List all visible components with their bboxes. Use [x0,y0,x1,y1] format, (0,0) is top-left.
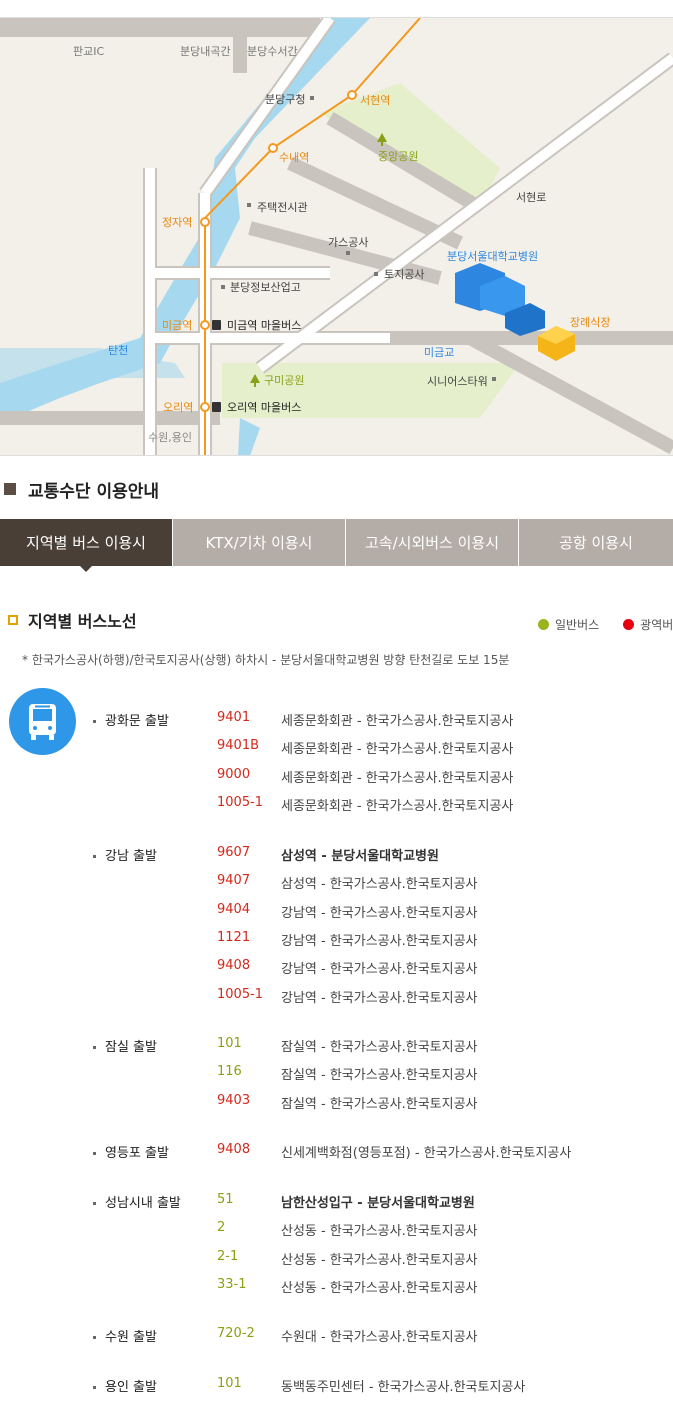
bus-route: 동백동주민센터 - 한국가스공사.한국토지공사 [281,1380,526,1395]
bus-number: 9404 [217,902,251,917]
route-origin: 광화문 출발 [93,710,169,729]
map-label-migeum-bridge: 미금교 [424,346,454,359]
bullet-icon [93,1386,96,1389]
bus-number: 9407 [217,873,251,888]
location-map: 판교IC 분당내곡간 분당수서간 분당구청 서현역 수내역 중앙공원 서현로 주… [0,18,673,456]
route-origin: 강남 출발 [93,845,157,864]
tab-regional-bus[interactable]: 지역별 버스 이용시 [0,519,173,572]
map-label-jeongja-station: 정자역 [162,216,192,229]
bullet-icon [93,1046,96,1049]
bus-number: 51 [217,1192,234,1207]
bus-route: 삼성역 - 한국가스공사.한국토지공사 [281,877,478,892]
bus-number: 101 [217,1036,242,1051]
bus-number: 9401 [217,710,251,725]
bus-route: 산성동 - 한국가스공사.한국토지공사 [281,1253,478,1268]
bus-route: 세종문화회관 - 한국가스공사.한국토지공사 [281,714,514,729]
bullet-icon [93,720,96,723]
bus-route: 강남역 - 한국가스공사.한국토지공사 [281,962,478,977]
map-label-bundang-gucheong: 분당구청 [265,93,305,106]
map-label-bundang-naegokgan: 분당내곡간 [180,45,231,58]
bus-number: 720-2 [217,1326,255,1341]
bus-number: 9401B [217,738,260,753]
map-label-seohyeon-station: 서현역 [360,94,390,107]
regular-bus-dot-icon [538,619,549,630]
map-label-tancheon: 탄천 [108,343,128,357]
subsection-square-icon [8,615,18,625]
bus-number: 9000 [217,767,251,782]
map-label-senior-tower: 시니어스타워 [427,375,488,388]
subsection-title: 지역별 버스노선 [8,608,137,632]
map-label-funeral-hall: 장례식장 [570,316,610,329]
bullet-icon [93,855,96,858]
legend-express: 광역버 [623,616,673,633]
map-label-bundang-info-school: 분당정보산업고 [230,281,301,294]
bus-number: 1005-1 [217,987,264,1002]
bus-route: 신세계백화점(영등포점) - 한국가스공사.한국토지공사 [281,1146,572,1161]
route-origin: 잠실 출발 [93,1036,157,1055]
map-label-jungang-park: 중앙공원 [378,150,418,163]
bus-number: 9408 [217,958,251,973]
map-label-migeum-station: 미금역 [162,319,192,332]
bus-route: 강남역 - 한국가스공사.한국토지공사 [281,906,478,921]
route-origin: 용인 출발 [93,1376,157,1395]
map-label-pangyo-ic: 판교IC [73,45,104,58]
top-bar [0,0,673,18]
route-origin: 영등포 출발 [93,1142,169,1161]
map-label-suwon-yongin: 수원,용인 [148,431,192,444]
bus-route: 삼성역 - 분당서울대학교병원 [281,849,439,864]
map-label-land-corp: 토지공사 [384,268,424,281]
bus-route: 강남역 - 한국가스공사.한국토지공사 [281,991,478,1006]
tab-ktx-train[interactable]: KTX/기차 이용시 [173,519,346,566]
bus-route: 산성동 - 한국가스공사.한국토지공사 [281,1281,478,1296]
bus-route: 산성동 - 한국가스공사.한국토지공사 [281,1224,478,1239]
map-label-ori-bus: 오리역 마을버스 [227,401,301,414]
bus-icon [9,688,76,755]
map-label-migeum-bus: 미금역 마을버스 [227,319,301,332]
bus-route: 세종문화회관 - 한국가스공사.한국토지공사 [281,799,514,814]
bus-number: 9408 [217,1142,251,1157]
bullet-icon [93,1336,96,1339]
bus-route: 잠실역 - 한국가스공사.한국토지공사 [281,1097,478,1112]
bus-number: 1121 [217,930,251,945]
bus-number: 9403 [217,1093,251,1108]
section-title-square-icon [4,483,16,495]
route-origin: 수원 출발 [93,1326,157,1345]
map-label-bundang-suseogan: 분당수서간 [247,45,298,58]
walking-note: * 한국가스공사(하행)/한국토지공사(상행) 하차시 - 분당서울대학교병원 … [22,653,510,667]
route-origin: 성남시내 출발 [93,1192,181,1211]
bus-route: 수원대 - 한국가스공사.한국토지공사 [281,1330,478,1345]
bus-number: 116 [217,1064,242,1079]
map-label-sunae-station: 수내역 [279,151,309,164]
legend-regular: 일반버스 [538,616,599,633]
bus-route: 세종문화회관 - 한국가스공사.한국토지공사 [281,771,514,786]
express-bus-dot-icon [623,619,635,630]
tab-express-bus[interactable]: 고속/시외버스 이용시 [346,519,519,566]
map-label-gumi-park: 구미공원 [264,374,304,387]
bullet-icon [93,1152,96,1155]
map-label-hospital: 분당서울대학교병원 [447,250,538,263]
section-title: 교통수단 이용안내 [0,478,159,502]
bus-number: 33-1 [217,1277,247,1292]
bus-route: 세종문화회관 - 한국가스공사.한국토지공사 [281,742,514,757]
bus-route: 남한산성입구 - 분당서울대학교병원 [281,1196,475,1211]
bus-number: 101 [217,1376,242,1391]
bus-number: 2 [217,1220,226,1235]
bullet-icon [93,1202,96,1205]
bus-route: 강남역 - 한국가스공사.한국토지공사 [281,934,478,949]
bus-number: 2-1 [217,1249,239,1264]
tab-airport[interactable]: 공항 이용시 [519,519,673,566]
map-label-gas-corp: 가스공사 [328,236,368,249]
bus-number: 1005-1 [217,795,264,810]
bus-number: 9607 [217,845,251,860]
map-label-housing-center: 주택전시관 [257,201,308,214]
bus-route: 잠실역 - 한국가스공사.한국토지공사 [281,1040,478,1055]
bus-route: 잠실역 - 한국가스공사.한국토지공사 [281,1068,478,1083]
map-label-seohyeon-ro: 서현로 [516,191,546,204]
transport-tabs: 지역별 버스 이용시 KTX/기차 이용시 고속/시외버스 이용시 공항 이용시 [0,519,673,572]
bus-legend: 일반버스 광역버 [538,616,673,633]
map-label-ori-station: 오리역 [163,401,193,414]
